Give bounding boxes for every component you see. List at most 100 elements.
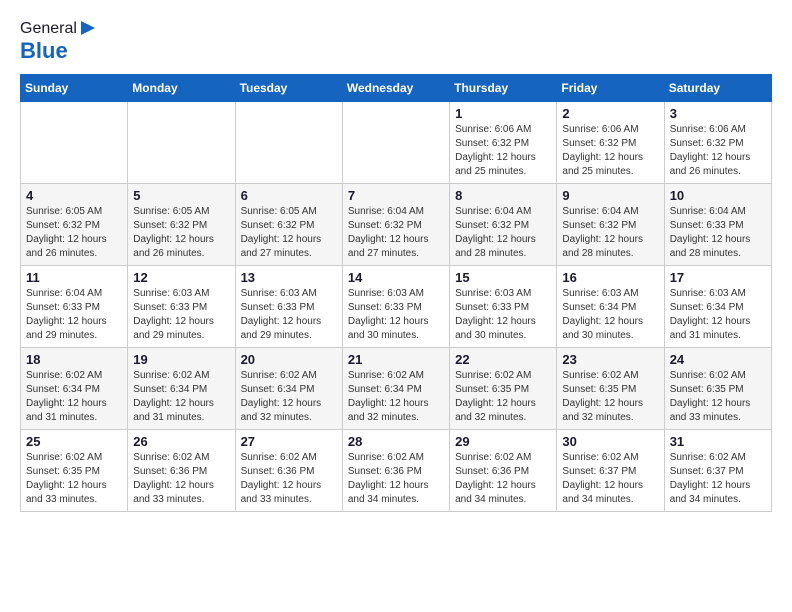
day-info: Sunrise: 6:04 AM Sunset: 6:32 PM Dayligh… [348, 205, 444, 261]
day-number: 20 [241, 352, 337, 367]
day-number: 29 [455, 434, 551, 449]
day-number: 26 [133, 434, 229, 449]
day-number: 6 [241, 188, 337, 203]
calendar-day-15: 15 Sunrise: 6:03 AM Sunset: 6:33 PM Dayli… [450, 266, 557, 348]
day-info: Sunrise: 6:03 AM Sunset: 6:33 PM Dayligh… [348, 287, 444, 343]
day-info: Sunrise: 6:02 AM Sunset: 6:35 PM Dayligh… [670, 369, 766, 425]
calendar-empty-cell [342, 102, 449, 184]
day-info: Sunrise: 6:06 AM Sunset: 6:32 PM Dayligh… [562, 123, 658, 179]
day-number: 18 [26, 352, 122, 367]
calendar-week-row: 4 Sunrise: 6:05 AM Sunset: 6:32 PM Daylig… [21, 184, 772, 266]
day-number: 23 [562, 352, 658, 367]
day-info: Sunrise: 6:05 AM Sunset: 6:32 PM Dayligh… [241, 205, 337, 261]
weekday-header-friday: Friday [557, 75, 664, 102]
weekday-header-saturday: Saturday [664, 75, 771, 102]
calendar-day-20: 20 Sunrise: 6:02 AM Sunset: 6:34 PM Dayli… [235, 348, 342, 430]
calendar-day-8: 8 Sunrise: 6:04 AM Sunset: 6:32 PM Daylig… [450, 184, 557, 266]
day-number: 13 [241, 270, 337, 285]
calendar-week-row: 25 Sunrise: 6:02 AM Sunset: 6:35 PM Dayli… [21, 430, 772, 512]
day-info: Sunrise: 6:03 AM Sunset: 6:34 PM Dayligh… [670, 287, 766, 343]
calendar-day-4: 4Sunrise: 6:05 AM Sunset: 6:32 PM Daylig… [21, 184, 128, 266]
calendar-day-10: 10 Sunrise: 6:04 AM Sunset: 6:33 PM Dayli… [664, 184, 771, 266]
calendar-week-row: 1 Sunrise: 6:06 AM Sunset: 6:32 PM Daylig… [21, 102, 772, 184]
calendar-day-5: 5 Sunrise: 6:05 AM Sunset: 6:32 PM Daylig… [128, 184, 235, 266]
day-number: 17 [670, 270, 766, 285]
day-info: Sunrise: 6:03 AM Sunset: 6:33 PM Dayligh… [455, 287, 551, 343]
calendar-day-24: 24Sunrise: 6:02 AM Sunset: 6:35 PM Dayli… [664, 348, 771, 430]
calendar-day-18: 18 Sunrise: 6:02 AM Sunset: 6:34 PM Dayli… [21, 348, 128, 430]
day-number: 14 [348, 270, 444, 285]
calendar-day-14: 14 Sunrise: 6:03 AM Sunset: 6:33 PM Dayli… [342, 266, 449, 348]
day-number: 4 [26, 188, 122, 203]
day-number: 7 [348, 188, 444, 203]
day-info: Sunrise: 6:03 AM Sunset: 6:33 PM Dayligh… [133, 287, 229, 343]
weekday-header-wednesday: Wednesday [342, 75, 449, 102]
day-info: Sunrise: 6:02 AM Sunset: 6:36 PM Dayligh… [133, 451, 229, 507]
calendar-day-13: 13 Sunrise: 6:03 AM Sunset: 6:33 PM Dayli… [235, 266, 342, 348]
day-info: Sunrise: 6:04 AM Sunset: 6:32 PM Dayligh… [562, 205, 658, 261]
day-number: 25 [26, 434, 122, 449]
weekday-header-row: SundayMondayTuesdayWednesdayThursdayFrid… [21, 75, 772, 102]
calendar-day-3: 3 Sunrise: 6:06 AM Sunset: 6:32 PM Daylig… [664, 102, 771, 184]
calendar-day-27: 27Sunrise: 6:02 AM Sunset: 6:36 PM Dayli… [235, 430, 342, 512]
calendar-day-17: 17 Sunrise: 6:03 AM Sunset: 6:34 PM Dayli… [664, 266, 771, 348]
day-number: 22 [455, 352, 551, 367]
day-number: 28 [348, 434, 444, 449]
day-number: 9 [562, 188, 658, 203]
calendar-day-21: 21 Sunrise: 6:02 AM Sunset: 6:34 PM Dayli… [342, 348, 449, 430]
day-number: 1 [455, 106, 551, 121]
day-number: 5 [133, 188, 229, 203]
day-info: Sunrise: 6:03 AM Sunset: 6:33 PM Dayligh… [241, 287, 337, 343]
calendar-day-31: 31Sunrise: 6:02 AM Sunset: 6:37 PM Dayli… [664, 430, 771, 512]
calendar-day-9: 9 Sunrise: 6:04 AM Sunset: 6:32 PM Daylig… [557, 184, 664, 266]
calendar-week-row: 18 Sunrise: 6:02 AM Sunset: 6:34 PM Dayli… [21, 348, 772, 430]
day-info: Sunrise: 6:05 AM Sunset: 6:32 PM Dayligh… [133, 205, 229, 261]
day-number: 8 [455, 188, 551, 203]
calendar-week-row: 11Sunrise: 6:04 AM Sunset: 6:33 PM Dayli… [21, 266, 772, 348]
calendar-table: SundayMondayTuesdayWednesdayThursdayFrid… [20, 74, 772, 512]
day-info: Sunrise: 6:02 AM Sunset: 6:34 PM Dayligh… [241, 369, 337, 425]
calendar-day-6: 6 Sunrise: 6:05 AM Sunset: 6:32 PM Daylig… [235, 184, 342, 266]
day-number: 10 [670, 188, 766, 203]
day-info: Sunrise: 6:06 AM Sunset: 6:32 PM Dayligh… [455, 123, 551, 179]
day-number: 2 [562, 106, 658, 121]
day-info: Sunrise: 6:02 AM Sunset: 6:35 PM Dayligh… [26, 451, 122, 507]
weekday-header-sunday: Sunday [21, 75, 128, 102]
day-number: 11 [26, 270, 122, 285]
day-number: 16 [562, 270, 658, 285]
calendar-day-30: 30Sunrise: 6:02 AM Sunset: 6:37 PM Dayli… [557, 430, 664, 512]
day-info: Sunrise: 6:02 AM Sunset: 6:35 PM Dayligh… [562, 369, 658, 425]
day-info: Sunrise: 6:02 AM Sunset: 6:34 PM Dayligh… [348, 369, 444, 425]
calendar-day-25: 25 Sunrise: 6:02 AM Sunset: 6:35 PM Dayli… [21, 430, 128, 512]
calendar-day-2: 2 Sunrise: 6:06 AM Sunset: 6:32 PM Daylig… [557, 102, 664, 184]
day-info: Sunrise: 6:02 AM Sunset: 6:34 PM Dayligh… [133, 369, 229, 425]
calendar-day-12: 12 Sunrise: 6:03 AM Sunset: 6:33 PM Dayli… [128, 266, 235, 348]
day-info: Sunrise: 6:04 AM Sunset: 6:33 PM Dayligh… [670, 205, 766, 261]
day-number: 31 [670, 434, 766, 449]
day-info: Sunrise: 6:06 AM Sunset: 6:32 PM Dayligh… [670, 123, 766, 179]
weekday-header-tuesday: Tuesday [235, 75, 342, 102]
day-info: Sunrise: 6:02 AM Sunset: 6:35 PM Dayligh… [455, 369, 551, 425]
calendar-day-16: 16 Sunrise: 6:03 AM Sunset: 6:34 PM Dayli… [557, 266, 664, 348]
logo: General Blue [20, 20, 97, 64]
day-number: 3 [670, 106, 766, 121]
calendar-day-22: 22 Sunrise: 6:02 AM Sunset: 6:35 PM Dayli… [450, 348, 557, 430]
calendar-empty-cell [21, 102, 128, 184]
day-info: Sunrise: 6:02 AM Sunset: 6:34 PM Dayligh… [26, 369, 122, 425]
day-number: 19 [133, 352, 229, 367]
day-info: Sunrise: 6:03 AM Sunset: 6:34 PM Dayligh… [562, 287, 658, 343]
day-info: Sunrise: 6:04 AM Sunset: 6:32 PM Dayligh… [455, 205, 551, 261]
day-number: 21 [348, 352, 444, 367]
calendar-day-1: 1 Sunrise: 6:06 AM Sunset: 6:32 PM Daylig… [450, 102, 557, 184]
calendar-day-29: 29 Sunrise: 6:02 AM Sunset: 6:36 PM Dayli… [450, 430, 557, 512]
logo-general-text: General [20, 20, 77, 38]
calendar-day-7: 7 Sunrise: 6:04 AM Sunset: 6:32 PM Daylig… [342, 184, 449, 266]
logo-blue-text: Blue [20, 38, 68, 64]
day-number: 15 [455, 270, 551, 285]
header: General Blue [20, 20, 772, 64]
calendar-day-19: 19 Sunrise: 6:02 AM Sunset: 6:34 PM Dayli… [128, 348, 235, 430]
day-number: 12 [133, 270, 229, 285]
weekday-header-thursday: Thursday [450, 75, 557, 102]
day-info: Sunrise: 6:02 AM Sunset: 6:36 PM Dayligh… [455, 451, 551, 507]
day-info: Sunrise: 6:02 AM Sunset: 6:36 PM Dayligh… [348, 451, 444, 507]
